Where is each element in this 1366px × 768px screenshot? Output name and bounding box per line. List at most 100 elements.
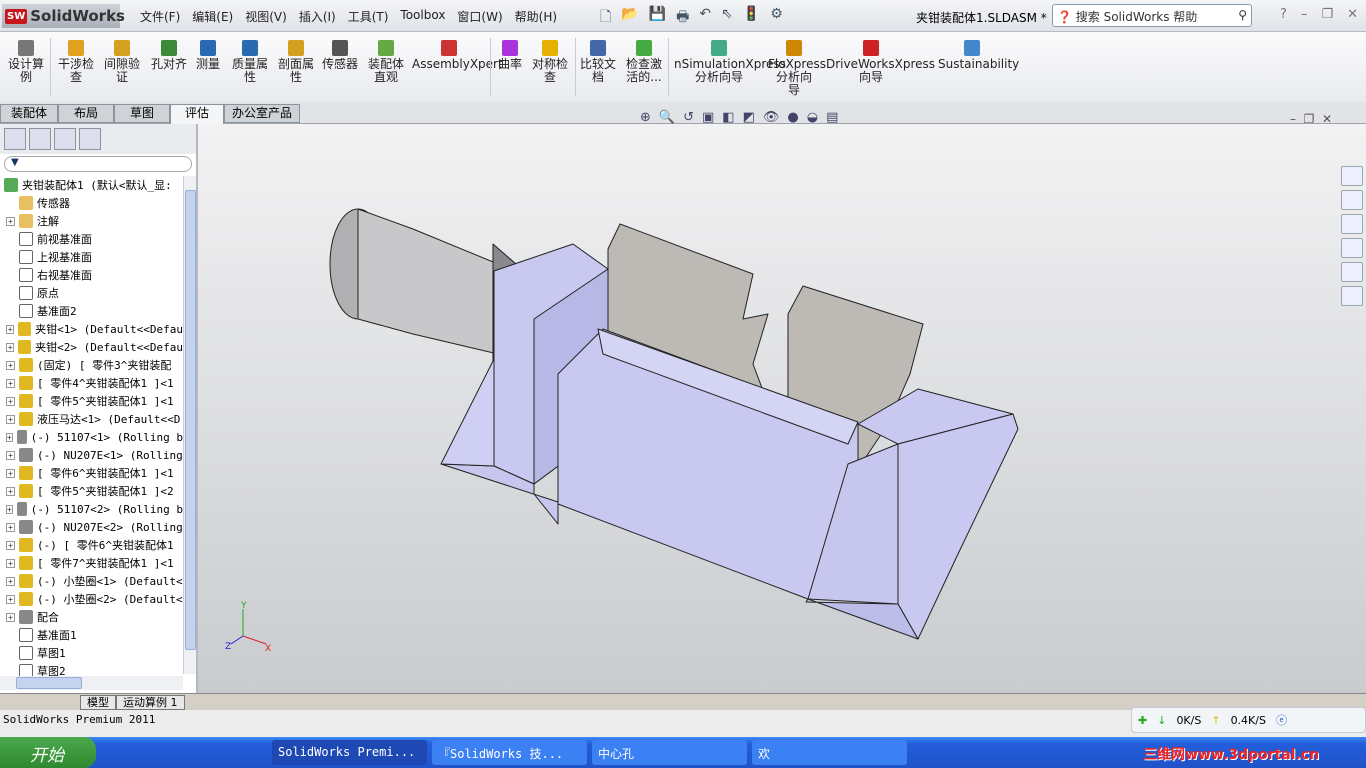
tree-item[interactable]: + (-) NU207E<1> (Rolling: [0, 446, 183, 464]
tree-item[interactable]: + (-) 51107<2> (Rolling b: [0, 500, 183, 518]
help-search-input[interactable]: ❓ 搜索 SolidWorks 帮助 ⚲: [1052, 4, 1252, 27]
tree-item[interactable]: + 配合: [0, 608, 183, 626]
expand-icon[interactable]: +: [6, 360, 15, 370]
expand-icon[interactable]: +: [6, 522, 15, 532]
tree-item[interactable]: 原点: [0, 284, 183, 302]
ribbon-button[interactable]: AssemblyXpert: [412, 40, 503, 71]
ribbon-button[interactable]: 检查激 活的...: [624, 40, 664, 84]
configuration-manager-tab-icon[interactable]: [54, 128, 76, 150]
tree-item[interactable]: 草图2: [0, 662, 183, 676]
ribbon-button[interactable]: 质量属 性: [228, 40, 272, 84]
tree-item[interactable]: + (固定) [ 零件3^夹钳装配: [0, 356, 183, 374]
menu-item[interactable]: 帮助(H): [515, 8, 557, 25]
menu-item[interactable]: 插入(I): [299, 8, 336, 25]
new-icon[interactable]: 🗋: [600, 6, 611, 30]
ie-icon[interactable]: ⓔ: [1276, 712, 1287, 728]
tree-item[interactable]: 基准面1: [0, 626, 183, 644]
minimize-button[interactable]: –: [1301, 7, 1308, 22]
tree-item[interactable]: 草图1: [0, 644, 183, 662]
feature-manager-tab-icon[interactable]: [4, 128, 26, 150]
ribbon-button[interactable]: FloXpress 分析向 导: [768, 40, 826, 97]
restore-button[interactable]: ❐: [1321, 7, 1333, 22]
start-button[interactable]: 开始: [0, 737, 96, 768]
search-icon[interactable]: ⚲: [1238, 8, 1247, 22]
tree-item[interactable]: 前视基准面: [0, 230, 183, 248]
appearance-icon[interactable]: ●: [787, 110, 798, 125]
tree-item[interactable]: + 液压马达<1> (Default<<D: [0, 410, 183, 428]
scene-icon[interactable]: ◒: [807, 110, 818, 125]
rebuild-icon[interactable]: 🚦: [743, 6, 760, 30]
ribbon-button[interactable]: 装配体 直观: [364, 40, 408, 84]
expand-icon[interactable]: +: [6, 612, 15, 622]
tab-2[interactable]: 草图: [114, 104, 170, 123]
ribbon-button[interactable]: 干涉检 查: [54, 40, 98, 84]
tree-item[interactable]: + 注解: [0, 212, 183, 230]
undo-icon[interactable]: ↶: [699, 6, 711, 30]
expand-icon[interactable]: +: [6, 324, 15, 334]
expand-icon[interactable]: +: [6, 558, 15, 568]
expand-icon[interactable]: +: [6, 576, 15, 586]
ribbon-button[interactable]: 间隙验 证: [100, 40, 144, 84]
tree-item[interactable]: + (-) 小垫圈<2> (Default<: [0, 590, 183, 608]
expand-icon[interactable]: +: [6, 450, 15, 460]
expand-icon[interactable]: +: [6, 432, 13, 442]
property-manager-tab-icon[interactable]: [29, 128, 51, 150]
display-manager-tab-icon[interactable]: [79, 128, 101, 150]
expand-icon[interactable]: +: [6, 378, 15, 388]
task-pane-file-explorer-icon[interactable]: [1341, 214, 1363, 234]
expand-icon[interactable]: +: [6, 342, 15, 352]
view-settings-icon[interactable]: ▤: [826, 110, 838, 125]
menu-item[interactable]: 窗口(W): [457, 8, 502, 25]
select-icon[interactable]: ⇖: [721, 6, 733, 30]
tab-0[interactable]: 装配体: [0, 104, 58, 123]
ribbon-button[interactable]: 剖面属 性: [274, 40, 318, 84]
tree-vertical-scrollbar[interactable]: [183, 176, 196, 674]
tree-item[interactable]: + 夹钳<2> (Default<<Defau: [0, 338, 183, 356]
tree-item[interactable]: + (-) [ 零件6^夹钳装配体1: [0, 536, 183, 554]
expand-icon[interactable]: +: [6, 414, 15, 424]
help-menu-icon[interactable]: ?: [1280, 7, 1287, 22]
ribbon-button[interactable]: 孔对齐: [147, 40, 191, 71]
hide-show-icon[interactable]: 👁: [763, 110, 780, 125]
tree-item[interactable]: + (-) 51107<1> (Rolling b: [0, 428, 183, 446]
ribbon-button[interactable]: 曲率: [495, 40, 525, 71]
menu-item[interactable]: 编辑(E): [192, 8, 233, 25]
menu-item[interactable]: 视图(V): [245, 8, 287, 25]
tree-item[interactable]: 传感器: [0, 194, 183, 212]
tree-item[interactable]: + [ 零件4^夹钳装配体1 ]<1: [0, 374, 183, 392]
tab-1[interactable]: 布局: [58, 104, 114, 123]
tree-item[interactable]: 上视基准面: [0, 248, 183, 266]
menu-item[interactable]: 文件(F): [140, 8, 180, 25]
expand-icon[interactable]: +: [6, 396, 15, 406]
tab-3[interactable]: 评估: [170, 104, 224, 125]
zoom-to-fit-icon[interactable]: ⊕: [640, 110, 651, 125]
expand-icon[interactable]: +: [6, 504, 13, 514]
solidworks-logo[interactable]: SW SolidWorks: [2, 4, 125, 28]
task-pane-appearances-icon[interactable]: [1341, 262, 1363, 282]
task-solidworks[interactable]: SolidWorks Premi...: [272, 740, 427, 765]
task-folder[interactable]: 中心孔: [592, 740, 747, 765]
tab-motion-study[interactable]: 运动算例 1: [116, 695, 185, 710]
tree-item[interactable]: 右视基准面: [0, 266, 183, 284]
close-button[interactable]: ✕: [1347, 7, 1358, 22]
tree-horizontal-scrollbar[interactable]: [0, 676, 183, 690]
viewport-window-buttons[interactable]: – ❐ ✕: [1290, 112, 1332, 126]
tree-item[interactable]: + [ 零件5^夹钳装配体1 ]<2: [0, 482, 183, 500]
tab-4[interactable]: 办公室产品: [224, 104, 300, 123]
ribbon-button[interactable]: Sustainability: [938, 40, 1019, 71]
expand-icon[interactable]: +: [6, 594, 15, 604]
save-icon[interactable]: 💾: [649, 6, 666, 30]
zoom-area-icon[interactable]: 🔍: [659, 110, 675, 125]
ribbon-button[interactable]: 设计算 例: [4, 40, 48, 84]
tree-item[interactable]: + [ 零件5^夹钳装配体1 ]<1: [0, 392, 183, 410]
task-pane-home-icon[interactable]: [1341, 166, 1363, 186]
expand-icon[interactable]: +: [6, 216, 15, 226]
expand-icon[interactable]: +: [6, 540, 15, 550]
section-view-icon[interactable]: ▣: [702, 110, 714, 125]
menu-item[interactable]: Toolbox: [400, 8, 445, 25]
ribbon-button[interactable]: nSimulationXpress 分析向导: [674, 40, 786, 84]
task-pane-view-palette-icon[interactable]: [1341, 238, 1363, 258]
tree-item[interactable]: 夹钳装配体1 (默认<默认_显:: [0, 176, 183, 194]
ribbon-button[interactable]: 测量: [193, 40, 223, 71]
task-pane-design-library-icon[interactable]: [1341, 190, 1363, 210]
